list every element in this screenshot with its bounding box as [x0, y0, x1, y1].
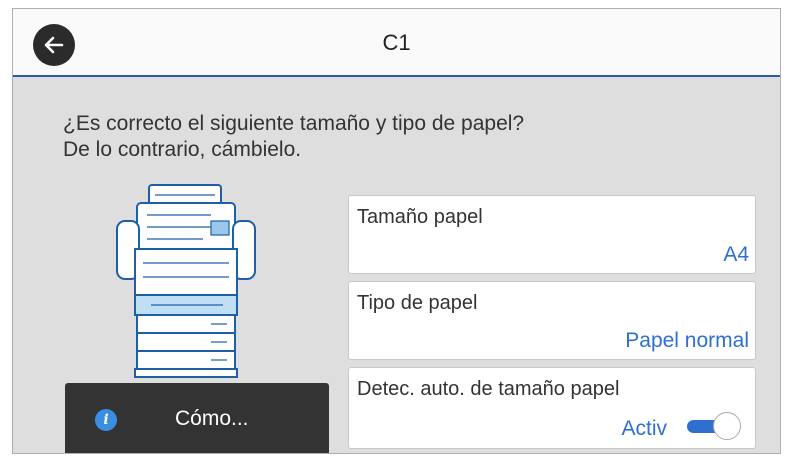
message-line-1: ¿Es correcto el siguiente tamaño y tipo …: [63, 112, 525, 135]
printer-screen: C1 ¿Es correcto el siguiente tamaño y ti…: [12, 8, 781, 454]
paper-size-label: Tamaño papel: [357, 206, 483, 228]
how-to-label: Cómo...: [175, 407, 249, 430]
page-title: C1: [382, 30, 411, 55]
paper-size-setting[interactable]: Tamaño papel A4: [348, 195, 756, 274]
printer-illustration: [116, 184, 256, 378]
auto-detect-label: Detec. auto. de tamaño papel: [357, 378, 620, 400]
how-to-button[interactable]: i Cómo...: [65, 383, 329, 453]
paper-type-label: Tipo de papel: [357, 292, 478, 314]
paper-type-setting[interactable]: Tipo de papel Papel normal: [348, 281, 756, 360]
auto-detect-toggle[interactable]: [683, 412, 741, 440]
toggle-knob: [713, 412, 741, 440]
info-icon: i: [95, 409, 117, 431]
confirmation-message: ¿Es correcto el siguiente tamaño y tipo …: [63, 111, 723, 163]
paper-size-value: A4: [723, 243, 749, 266]
paper-type-value: Papel normal: [625, 329, 749, 352]
header-bar: C1: [13, 9, 780, 77]
auto-detect-paper-size-setting[interactable]: Detec. auto. de tamaño papel Activ: [348, 367, 756, 449]
auto-detect-value: Activ: [621, 417, 667, 440]
message-line-2: De lo contrario, cámbielo.: [63, 138, 302, 161]
